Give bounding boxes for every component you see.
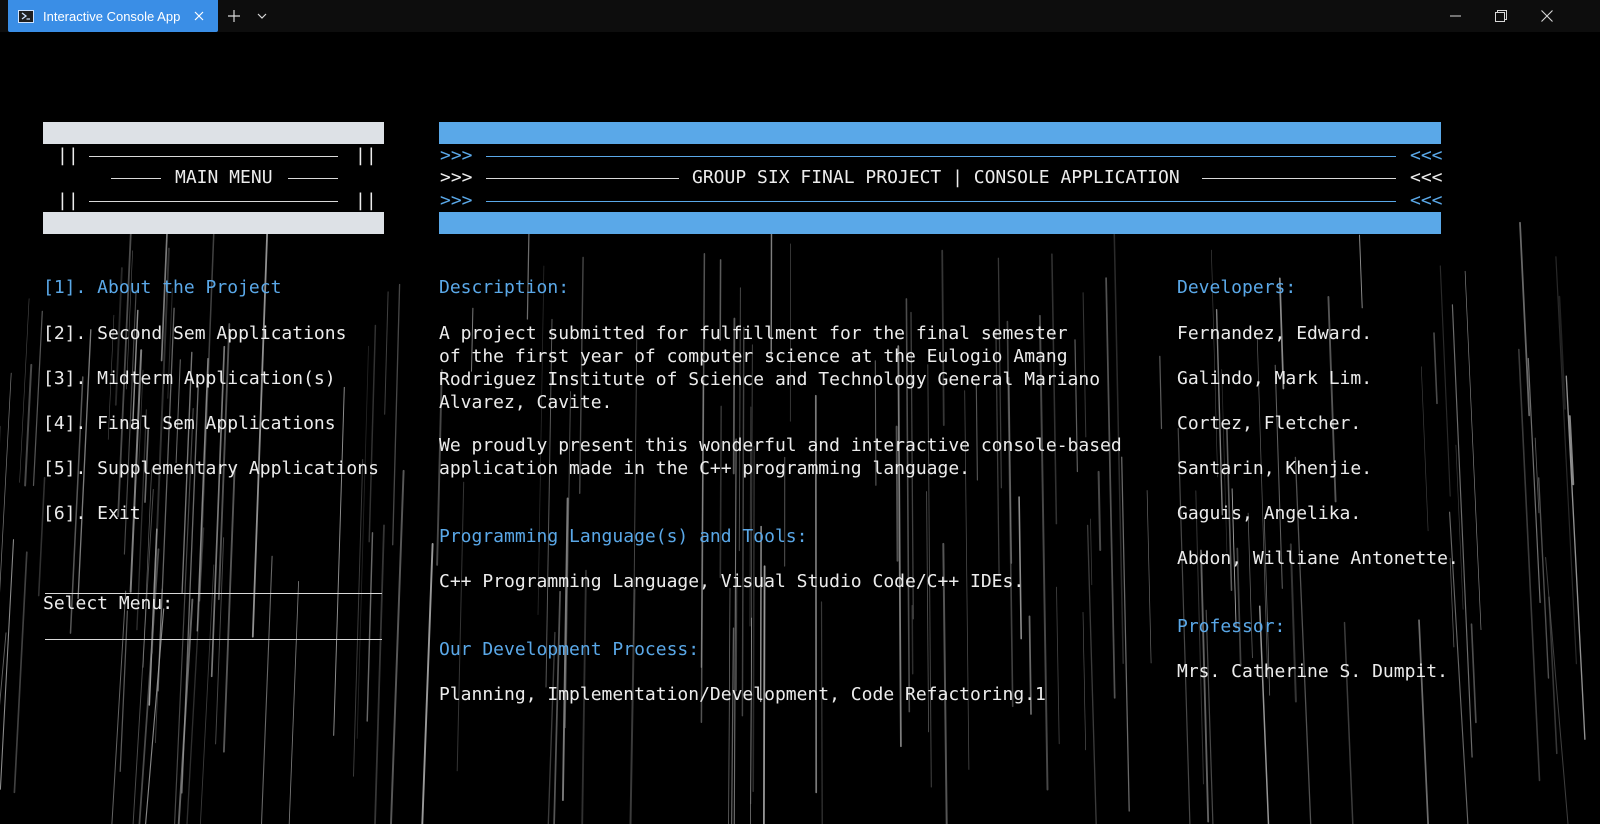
chevron-down-icon [257,13,267,19]
tools-heading: Programming Language(s) and Tools: [439,526,808,547]
select-menu-prompt[interactable]: Select Menu: [43,592,173,615]
tab-dropdown-button[interactable] [254,0,270,32]
banner-line [486,156,1396,157]
description-paragraph-2: We proudly present this wonderful and in… [439,435,1122,479]
maximize-icon [1495,10,1507,22]
developer-name: Santarin, Khenjie. [1177,458,1373,479]
developer-name: Cortez, Fletcher. [1177,413,1362,434]
description-paragraph-1: A project submitted for fulfillment for … [439,323,1101,413]
banner-top-bar [439,122,1441,144]
menu-item-exit[interactable]: [6]. Exit [43,502,141,525]
prompt-bottom-line [45,639,382,640]
tab-title: Interactive Console App [43,8,181,24]
banner-title: GROUP SIX FINAL PROJECT | CONSOLE APPLIC… [692,167,1180,188]
banner-right-marker: <<< [1410,145,1443,166]
menu-header-line [89,201,338,202]
description-heading: Description: [439,277,570,298]
banner-bottom-bar [439,212,1441,234]
title-bar: Interactive Console App [0,0,1600,32]
banner-title-line-right [1202,178,1396,179]
banner-left-marker: >>> [440,190,473,211]
banner-line [486,201,1396,202]
banner-title-line-left [486,178,679,179]
developers-heading: Developers: [1177,277,1297,298]
menu-header-right-bars: || [355,145,377,166]
new-tab-button[interactable] [224,0,244,32]
professor-name: Mrs. Catherine S. Dumpit. [1177,661,1448,682]
menu-header-left-bars: || [57,190,79,211]
tools-text: C++ Programming Language, Visual Studio … [439,571,1025,592]
process-text: Planning, Implementation/Development, Co… [439,684,1046,705]
menu-title-line-left [111,178,161,179]
process-heading: Our Development Process: [439,639,700,660]
professor-heading: Professor: [1177,616,1286,637]
menu-header-line [89,156,338,157]
minimize-icon [1449,15,1461,17]
menu-header-right-bars: || [355,190,377,211]
minimize-button[interactable] [1432,0,1478,32]
plus-icon [228,10,240,22]
menu-item-second-sem[interactable]: [2]. Second Sem Applications [43,322,346,345]
menu-item-about-project[interactable]: [1]. About the Project [43,276,281,299]
menu-header-bottom-bar [43,212,384,234]
menu-header-top-bar [43,122,384,144]
developer-name: Fernandez, Edward. [1177,323,1373,344]
menu-item-supplementary[interactable]: [5]. Supplementary Applications [43,457,379,480]
developer-name: Abdon, Williane Antonette. [1177,548,1459,569]
close-tab-icon[interactable] [186,3,212,29]
banner-left-marker: >>> [440,145,473,166]
powershell-icon [18,9,34,23]
close-icon [1541,10,1553,22]
banner-left-marker: >>> [440,167,473,188]
console-area: || || MAIN MENU || || [1]. About the Pro… [0,32,1600,824]
tab-console-app[interactable]: Interactive Console App [8,0,218,32]
banner-right-marker: <<< [1410,167,1443,188]
menu-item-final-sem[interactable]: [4]. Final Sem Applications [43,412,336,435]
menu-title-line-right [288,178,338,179]
menu-item-midterm[interactable]: [3]. Midterm Application(s) [43,367,336,390]
maximize-button[interactable] [1478,0,1524,32]
close-window-button[interactable] [1524,0,1570,32]
banner-right-marker: <<< [1410,190,1443,211]
menu-header-left-bars: || [57,145,79,166]
developer-name: Gaguis, Angelika. [1177,503,1362,524]
menu-title: MAIN MENU [175,167,273,188]
developer-name: Galindo, Mark Lim. [1177,368,1373,389]
